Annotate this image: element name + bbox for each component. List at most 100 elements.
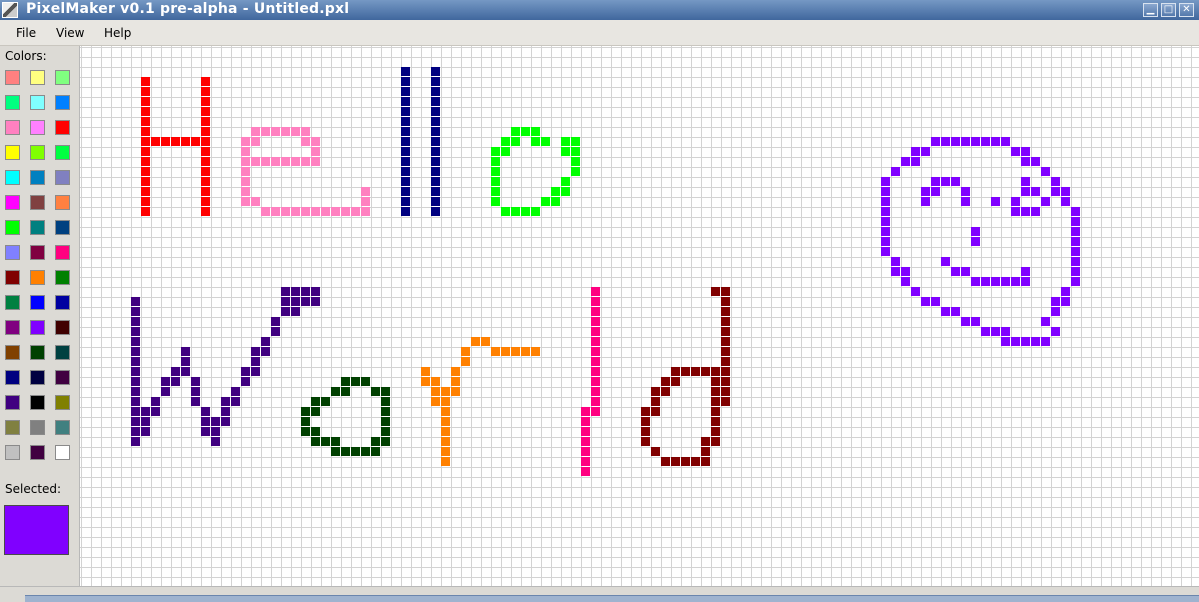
color-swatch[interactable] xyxy=(30,270,45,285)
painted-pixel xyxy=(171,367,180,376)
color-swatch[interactable] xyxy=(5,245,20,260)
color-swatch[interactable] xyxy=(30,70,45,85)
color-swatch[interactable] xyxy=(55,195,70,210)
painted-pixel xyxy=(441,457,450,466)
menu-help[interactable]: Help xyxy=(104,26,131,40)
color-swatch[interactable] xyxy=(5,370,20,385)
color-swatch[interactable] xyxy=(55,395,70,410)
color-swatch[interactable] xyxy=(30,395,45,410)
painted-pixel xyxy=(711,427,720,436)
painted-pixel xyxy=(131,317,140,326)
color-swatch[interactable] xyxy=(5,295,20,310)
color-swatch[interactable] xyxy=(5,70,20,85)
color-swatch[interactable] xyxy=(5,95,20,110)
painted-pixel xyxy=(1021,277,1030,286)
painted-pixel xyxy=(231,387,240,396)
color-swatch[interactable] xyxy=(30,145,45,160)
painted-pixel xyxy=(431,67,440,76)
color-swatch[interactable] xyxy=(5,420,20,435)
painted-pixel xyxy=(131,437,140,446)
color-swatch[interactable] xyxy=(55,295,70,310)
painted-pixel xyxy=(661,377,670,386)
painted-pixel xyxy=(361,197,370,206)
color-swatch[interactable] xyxy=(55,345,70,360)
painted-pixel xyxy=(191,397,200,406)
color-swatch[interactable] xyxy=(30,295,45,310)
painted-pixel xyxy=(141,427,150,436)
color-swatch[interactable] xyxy=(5,145,20,160)
painted-pixel xyxy=(151,397,160,406)
painted-pixel xyxy=(281,157,290,166)
painted-pixel xyxy=(651,387,660,396)
color-swatch[interactable] xyxy=(30,320,45,335)
color-swatch[interactable] xyxy=(55,95,70,110)
painted-pixel xyxy=(141,207,150,216)
painted-pixel xyxy=(551,187,560,196)
color-swatch[interactable] xyxy=(5,270,20,285)
color-swatch[interactable] xyxy=(30,245,45,260)
painted-pixel xyxy=(591,407,600,416)
minimize-button[interactable]: ▁ xyxy=(1143,3,1158,17)
painted-pixel xyxy=(1011,147,1020,156)
painted-pixel xyxy=(911,147,920,156)
painted-pixel xyxy=(991,327,1000,336)
painted-pixel xyxy=(661,457,670,466)
color-swatch[interactable] xyxy=(55,170,70,185)
menu-file[interactable]: File xyxy=(16,26,36,40)
color-swatch[interactable] xyxy=(5,120,20,135)
color-swatch[interactable] xyxy=(5,395,20,410)
painted-pixel xyxy=(141,197,150,206)
painted-pixel xyxy=(241,157,250,166)
color-swatch[interactable] xyxy=(30,95,45,110)
painted-pixel xyxy=(941,177,950,186)
color-swatch[interactable] xyxy=(5,445,20,460)
color-swatch[interactable] xyxy=(30,170,45,185)
color-swatch[interactable] xyxy=(55,120,70,135)
color-swatch[interactable] xyxy=(30,220,45,235)
color-swatch[interactable] xyxy=(55,445,70,460)
painted-pixel xyxy=(931,137,940,146)
painted-pixel xyxy=(131,357,140,366)
painted-pixel xyxy=(201,187,210,196)
color-swatch[interactable] xyxy=(55,370,70,385)
painted-pixel xyxy=(201,157,210,166)
color-swatch[interactable] xyxy=(30,120,45,135)
color-swatch[interactable] xyxy=(30,445,45,460)
painted-pixel xyxy=(591,317,600,326)
color-swatch[interactable] xyxy=(5,345,20,360)
color-swatch[interactable] xyxy=(55,145,70,160)
painted-pixel xyxy=(951,177,960,186)
color-swatch[interactable] xyxy=(5,195,20,210)
close-button[interactable]: ✕ xyxy=(1179,3,1194,17)
color-swatch[interactable] xyxy=(55,420,70,435)
window-title: PixelMaker v0.1 pre-alpha - Untitled.pxl xyxy=(26,1,350,17)
color-swatch[interactable] xyxy=(55,320,70,335)
color-swatch[interactable] xyxy=(5,220,20,235)
painted-pixel xyxy=(1061,297,1070,306)
painted-pixel xyxy=(1011,277,1020,286)
maximize-button[interactable]: □ xyxy=(1161,3,1176,17)
color-swatch[interactable] xyxy=(5,170,20,185)
drawing-canvas[interactable] xyxy=(79,46,1199,586)
painted-pixel xyxy=(721,397,730,406)
painted-pixel xyxy=(431,117,440,126)
color-swatch[interactable] xyxy=(55,270,70,285)
menu-view[interactable]: View xyxy=(56,26,84,40)
painted-pixel xyxy=(181,137,190,146)
color-swatch[interactable] xyxy=(30,345,45,360)
color-swatch[interactable] xyxy=(55,245,70,260)
title-bar: PixelMaker v0.1 pre-alpha - Untitled.pxl… xyxy=(0,0,1199,20)
color-swatch[interactable] xyxy=(30,370,45,385)
color-swatch[interactable] xyxy=(55,70,70,85)
painted-pixel xyxy=(431,157,440,166)
color-swatch[interactable] xyxy=(30,195,45,210)
painted-pixel xyxy=(471,337,480,346)
painted-pixel xyxy=(901,267,910,276)
color-swatch[interactable] xyxy=(55,220,70,235)
color-swatch[interactable] xyxy=(30,420,45,435)
color-swatch[interactable] xyxy=(5,320,20,335)
painted-pixel xyxy=(141,407,150,416)
painted-pixel xyxy=(561,147,570,156)
painted-pixel xyxy=(291,127,300,136)
painted-pixel xyxy=(671,367,680,376)
